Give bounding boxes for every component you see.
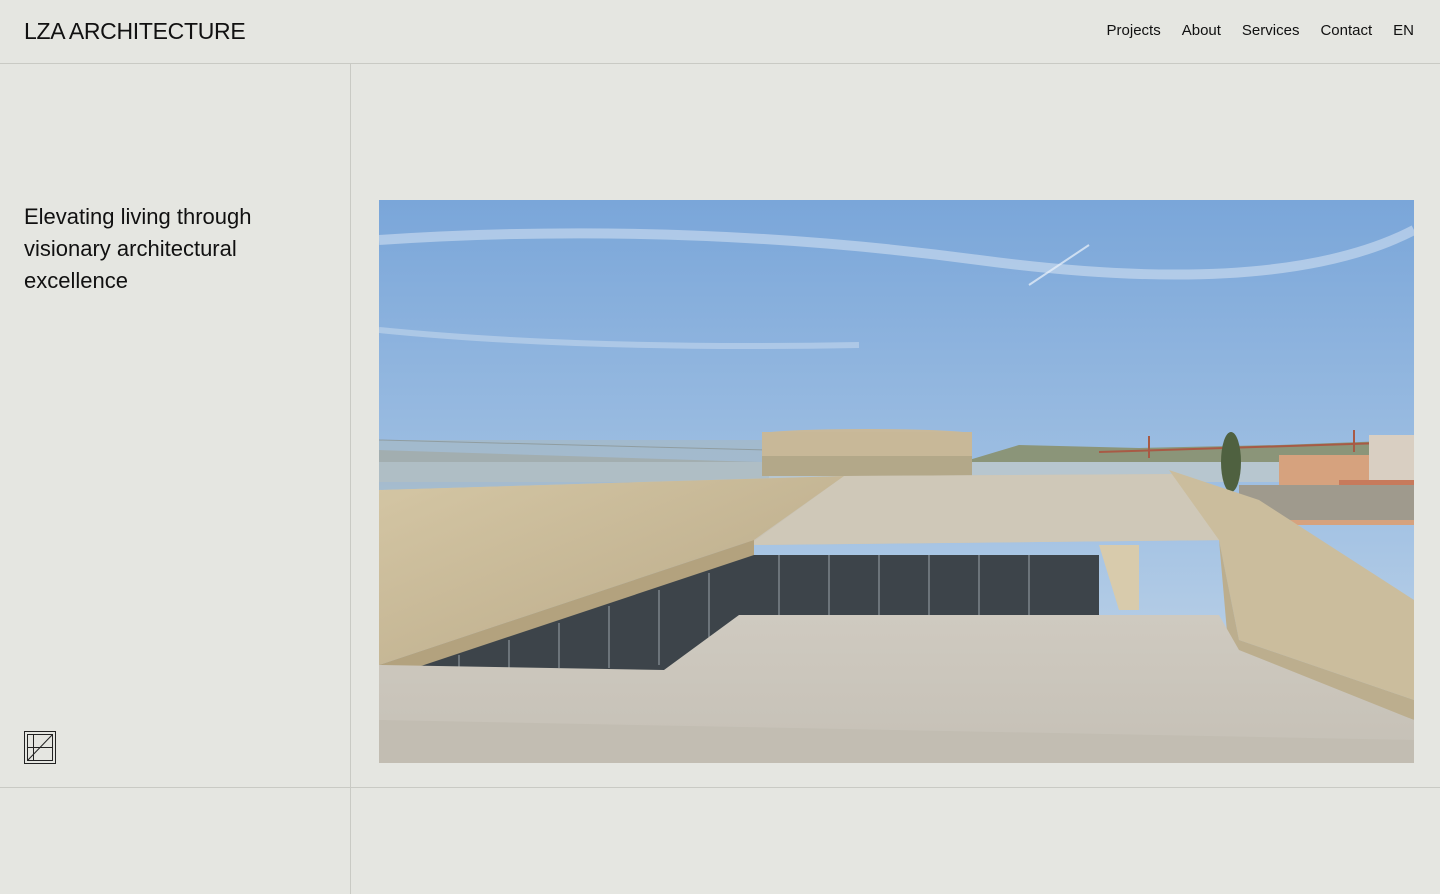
nav-services[interactable]: Services bbox=[1242, 22, 1300, 39]
square-diagonal-logo-icon bbox=[24, 731, 56, 764]
hero-image bbox=[379, 200, 1414, 763]
site-header: LZA ARCHITECTURE Projects About Services… bbox=[0, 0, 1440, 64]
site-logo[interactable]: LZA ARCHITECTURE bbox=[24, 18, 246, 45]
hero-tagline: Elevating living through visionary archi… bbox=[24, 204, 252, 293]
column-divider bbox=[350, 64, 351, 894]
main-nav: Projects About Services Contact EN bbox=[1107, 22, 1414, 39]
row-divider bbox=[0, 787, 1440, 788]
nav-projects[interactable]: Projects bbox=[1107, 22, 1161, 39]
nav-about[interactable]: About bbox=[1182, 22, 1221, 39]
nav-contact[interactable]: Contact bbox=[1320, 22, 1372, 39]
language-switch[interactable]: EN bbox=[1393, 22, 1414, 39]
